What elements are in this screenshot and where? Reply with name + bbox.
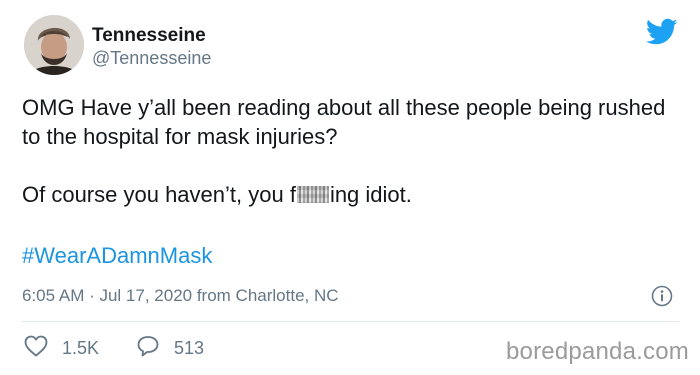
- tweet-paragraph: OMG Have y’all been reading about all th…: [22, 95, 666, 149]
- censor-blur: [296, 186, 329, 203]
- twitter-bird-icon[interactable]: [645, 18, 678, 46]
- speech-bubble-icon: [136, 335, 160, 362]
- avatar[interactable]: [24, 15, 84, 75]
- reply-count: 513: [174, 337, 205, 358]
- user-handle[interactable]: @Tennesseine: [92, 48, 211, 69]
- display-name[interactable]: Tennesseine: [92, 25, 206, 47]
- info-icon[interactable]: [651, 285, 673, 307]
- divider: [22, 321, 680, 322]
- like-button[interactable]: 1.5K: [24, 335, 100, 362]
- tweet-timestamp[interactable]: 6:05 AM · Jul 17, 2020 from Charlotte, N…: [22, 286, 339, 306]
- heart-icon: [24, 335, 48, 362]
- hashtag-link[interactable]: #WearADamnMask: [22, 243, 212, 269]
- tweet-text-segment: Of course you haven’t, you f: [22, 182, 296, 207]
- tweet-card: Tennesseine @Tennesseine OMG Have y’all …: [0, 0, 700, 375]
- like-count: 1.5K: [62, 337, 100, 358]
- tweet-text: OMG Have y’all been reading about all th…: [22, 93, 682, 209]
- watermark: boredpanda.com: [506, 338, 689, 365]
- tweet-paragraph: Of course you haven’t, you f ing idiot.: [22, 180, 682, 209]
- reply-button[interactable]: 513: [136, 335, 205, 362]
- tweet-text-segment: ing idiot.: [329, 182, 412, 207]
